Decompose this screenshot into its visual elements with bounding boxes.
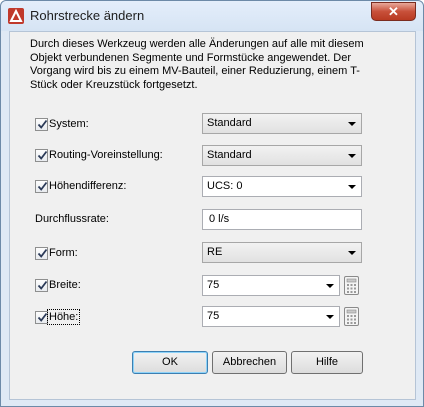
title-bar[interactable]: Rohrstrecke ändern ✕ <box>1 1 423 31</box>
checkmark-icon <box>37 280 48 290</box>
system-value: Standard <box>207 117 252 129</box>
checkmark-icon <box>37 150 48 160</box>
chevron-down-icon <box>348 122 356 126</box>
hoehendifferenz-label: Höhendifferenz: <box>49 180 127 192</box>
chevron-down-icon <box>348 251 356 255</box>
breite-label: Breite: <box>49 279 81 291</box>
chevron-down-icon <box>348 185 356 189</box>
chevron-down-icon <box>326 315 334 319</box>
routing-checkbox[interactable] <box>35 149 48 162</box>
checkmark-icon <box>37 119 48 129</box>
durchflussrate-label: Durchflussrate: <box>35 213 109 225</box>
system-dropdown[interactable]: Standard <box>202 113 362 134</box>
calculator-icon[interactable] <box>344 307 359 326</box>
form-label: Form: <box>49 247 78 259</box>
checkmark-icon <box>37 181 48 191</box>
dialog-window: Rohrstrecke ändern ✕ Durch dieses Werkze… <box>0 0 424 407</box>
chevron-down-icon <box>348 154 356 158</box>
routing-dropdown[interactable]: Standard <box>202 145 362 166</box>
chevron-down-icon <box>326 284 334 288</box>
form-checkbox[interactable] <box>35 247 48 260</box>
cancel-button[interactable]: Abbrechen <box>212 351 287 374</box>
breite-checkbox[interactable] <box>35 279 48 292</box>
calculator-icon[interactable] <box>344 276 359 295</box>
form-dropdown[interactable]: RE <box>202 242 362 263</box>
hoehendifferenz-checkbox[interactable] <box>35 180 48 193</box>
checkmark-icon <box>37 312 48 322</box>
hoehe-value: 75 <box>207 310 220 322</box>
form-value: RE <box>207 246 223 258</box>
hoehendifferenz-value: UCS: 0 <box>207 180 243 192</box>
app-logo-icon <box>8 8 24 24</box>
ok-button[interactable]: OK <box>132 351 208 374</box>
hoehe-label: Höhe: <box>46 309 81 325</box>
window-title: Rohrstrecke ändern <box>30 8 145 23</box>
description-text: Durch dieses Werkzeug werden alle Änderu… <box>30 38 364 91</box>
hoehe-checkbox[interactable] <box>35 311 48 324</box>
checkmark-icon <box>37 248 48 258</box>
breite-combobox[interactable]: 75 <box>202 275 340 296</box>
routing-label: Routing-Voreinstellung: <box>49 149 163 161</box>
breite-value: 75 <box>207 279 220 291</box>
hoehendifferenz-combobox[interactable]: UCS: 0 <box>202 176 362 197</box>
routing-value: Standard <box>207 149 252 161</box>
system-label: System: <box>49 118 89 130</box>
durchflussrate-input[interactable]: 0 l/s <box>202 209 362 230</box>
hoehe-combobox[interactable]: 75 <box>202 306 340 327</box>
help-button[interactable]: Hilfe <box>291 351 363 374</box>
close-button[interactable]: ✕ <box>371 2 416 21</box>
system-checkbox[interactable] <box>35 118 48 131</box>
